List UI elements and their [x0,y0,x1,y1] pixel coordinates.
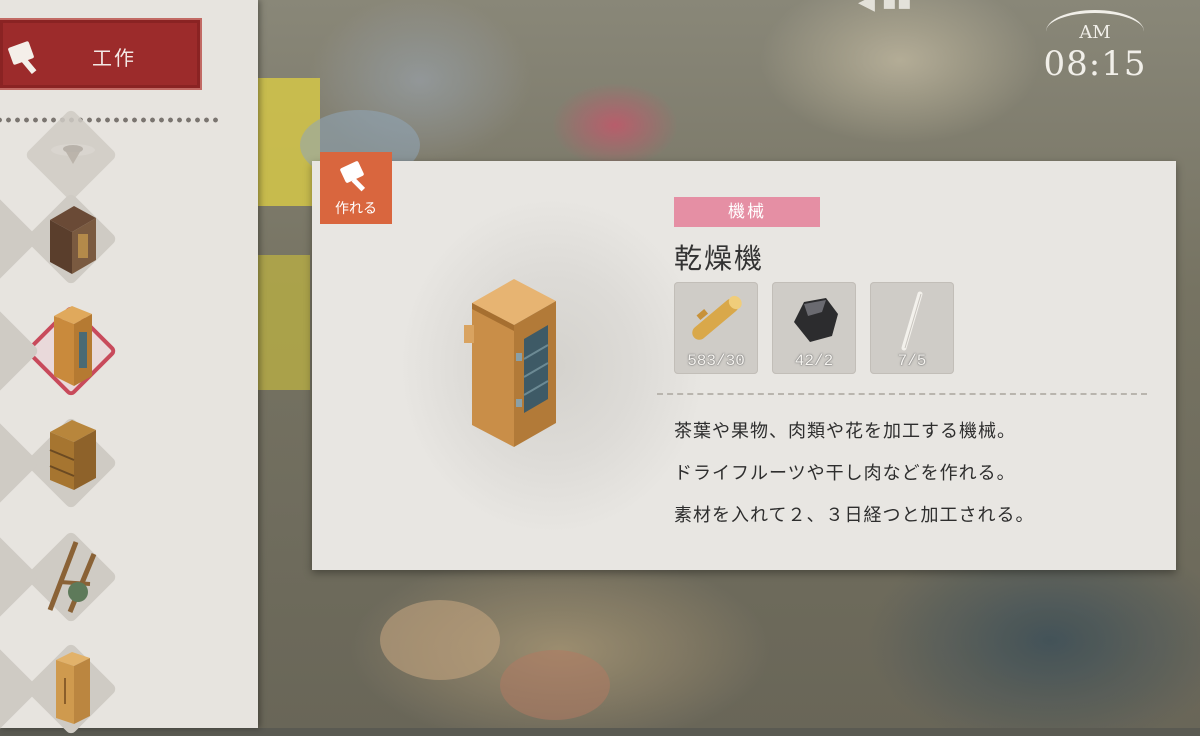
item-preview [402,201,702,531]
beehive-icon [49,420,96,490]
description-line: 素材を入れて２、３日経つと加工される。 [674,505,1035,526]
category-tag: 機械 [674,197,820,227]
craft-list-panel: 工作 [0,0,258,736]
description-line: 茶葉や果物、肉類や花を加工する機械。 [674,421,1016,442]
game-clock: AM 08:15 [1040,6,1150,86]
cabinet-icon [56,652,90,724]
stick-icon [901,291,923,351]
item-detail-card: 作れる 機械 乾燥機 583/30 42/2 7/5 茶葉や果物、肉類や花を加工… [312,152,1176,570]
craft-slot-partial[interactable] [0,416,40,510]
material-slot-wood[interactable]: 583/30 [674,282,758,374]
dryer-model-icon [464,279,556,447]
craftable-badge-label: 作れる [335,201,377,217]
material-count: 42/2 [794,352,834,370]
material-slot-coal[interactable]: 42/2 [772,282,856,374]
craft-slot-partial[interactable] [0,304,40,398]
hammer-icon [340,161,366,192]
hat-icon [51,144,95,164]
clock-time: 08:15 [1043,44,1147,84]
storage-shed-icon [50,206,96,274]
divider-dots [0,115,222,125]
wood-log-icon [692,295,742,340]
coal-icon [794,298,838,342]
clock-ampm: AM [1079,22,1111,43]
craft-slot-partial[interactable] [0,192,40,286]
item-name: 乾燥機 [674,242,765,275]
hammer-icon [8,41,37,74]
material-count: 583/30 [687,352,745,370]
loom-icon [47,541,97,613]
background-blob [380,600,500,680]
material-count: 7/5 [897,352,927,370]
tab-craft-label: 工作 [92,46,136,70]
top-status-text: ◀ ▪▪ [858,0,912,15]
craft-slot-partial[interactable] [0,642,40,736]
section-divider [657,393,1147,395]
tab-craft[interactable]: 工作 [0,18,202,90]
background-blob [500,650,610,720]
craftable-badge: 作れる [320,152,392,224]
description-line: ドライフルーツや干し肉などを作れる。 [674,463,1016,484]
material-slot-stick[interactable]: 7/5 [870,282,954,374]
craft-slot-partial[interactable] [0,530,40,624]
dryer-icon [54,306,92,386]
